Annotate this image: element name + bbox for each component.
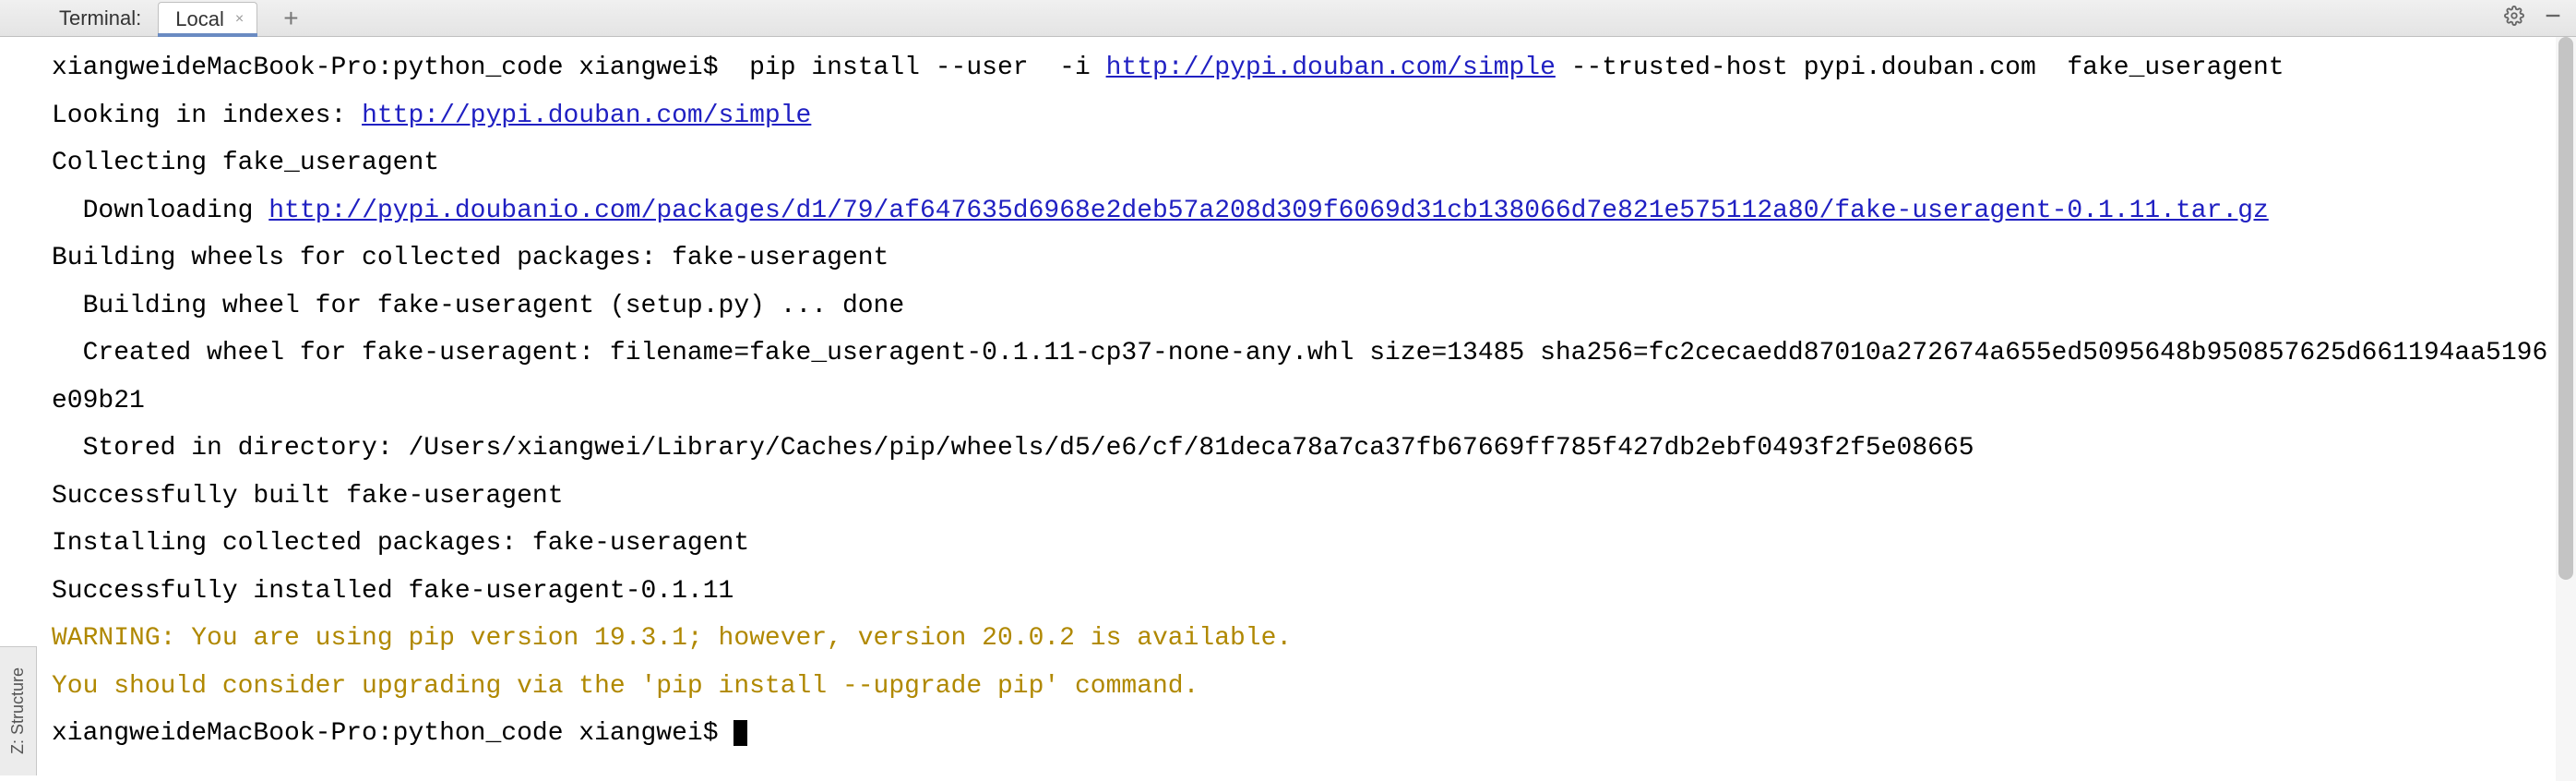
structure-tool-tab[interactable]: Z: Structure	[0, 646, 37, 775]
panel-label: Terminal:	[59, 6, 141, 30]
new-tab-icon[interactable]: +	[283, 4, 298, 33]
terminal-warning: WARNING: You are using pip version 19.3.…	[52, 624, 1292, 653]
terminal-line: xiangweideMacBook-Pro:python_code xiangw…	[52, 54, 1106, 82]
terminal-line: Created wheel for fake-useragent: filena…	[52, 339, 2547, 415]
terminal-prompt: xiangweideMacBook-Pro:python_code xiangw…	[52, 719, 733, 748]
scrollbar-track[interactable]	[2556, 37, 2576, 781]
terminal-line: Looking in indexes:	[52, 102, 362, 130]
terminal-line: --trusted-host pypi.douban.com fake_user…	[1556, 54, 2284, 82]
tab-name: Local	[175, 7, 224, 31]
scrollbar-thumb[interactable]	[2558, 37, 2573, 580]
terminal-tab-local[interactable]: Local ×	[158, 2, 257, 36]
tab-bar-right-controls	[2504, 6, 2563, 30]
terminal-line: Building wheels for collected packages: …	[52, 244, 888, 272]
structure-tool-label: Z: Structure	[8, 667, 28, 754]
terminal-line: Stored in directory: /Users/xiangwei/Lib…	[52, 434, 1974, 463]
close-icon[interactable]: ×	[235, 11, 244, 28]
terminal-line: Downloading	[52, 197, 268, 225]
terminal-line: Successfully built fake-useragent	[52, 482, 564, 511]
cursor-icon	[733, 720, 747, 746]
terminal-line: Installing collected packages: fake-user…	[52, 529, 749, 558]
terminal-tab-bar: Terminal: Local × +	[0, 0, 2576, 37]
terminal-line: Collecting fake_useragent	[52, 149, 439, 177]
terminal-output[interactable]: xiangweideMacBook-Pro:python_code xiangw…	[0, 37, 2576, 781]
url-link[interactable]: http://pypi.doubanio.com/packages/d1/79/…	[268, 197, 2269, 225]
terminal-warning: You should consider upgrading via the 'p…	[52, 672, 1199, 701]
url-link[interactable]: http://pypi.douban.com/simple	[362, 102, 811, 130]
terminal-line: Building wheel for fake-useragent (setup…	[52, 292, 904, 320]
terminal-line: Successfully installed fake-useragent-0.…	[52, 577, 733, 606]
gear-icon[interactable]	[2504, 6, 2524, 30]
url-link[interactable]: http://pypi.douban.com/simple	[1106, 54, 1556, 82]
minimize-icon[interactable]	[2543, 6, 2563, 30]
